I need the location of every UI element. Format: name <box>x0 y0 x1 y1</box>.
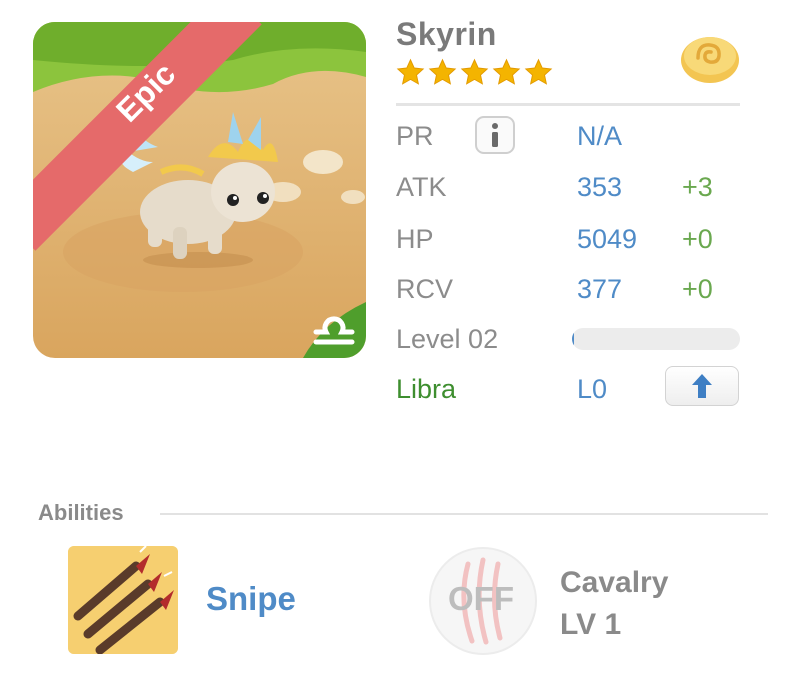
level-progress-bar <box>572 328 740 350</box>
secondary-ability-state[interactable]: OFF <box>448 580 514 618</box>
pet-portrait[interactable]: Epic <box>33 22 366 358</box>
star-icon <box>428 58 457 85</box>
level-label: Level 02 <box>396 324 499 354</box>
secondary-ability-name: Cavalry <box>560 566 669 599</box>
abilities-heading: Abilities <box>38 500 124 525</box>
star-icon <box>460 58 489 85</box>
rcv-value: 377 <box>577 274 623 304</box>
pet-name: Skyrin <box>396 16 497 52</box>
rcv-label: RCV <box>396 274 454 304</box>
atk-value: 353 <box>577 172 623 202</box>
info-button[interactable] <box>475 116 515 154</box>
info-icon <box>492 123 498 147</box>
primary-ability-name[interactable]: Snipe <box>206 580 296 618</box>
atk-bonus: +3 <box>682 172 713 202</box>
lineage-level: L0 <box>577 374 608 404</box>
hp-bonus: +0 <box>682 224 713 254</box>
hp-label: HP <box>396 224 434 254</box>
zodiac-label: Libra <box>396 374 457 404</box>
secondary-ability-level: LV 1 <box>560 608 622 641</box>
rcv-bonus: +0 <box>682 274 713 304</box>
star-icon <box>492 58 521 85</box>
libra-icon <box>312 308 356 348</box>
abilities-divider <box>160 513 768 515</box>
star-icon <box>524 58 553 85</box>
hp-value: 5049 <box>577 224 638 254</box>
header-divider <box>396 103 740 106</box>
atk-label: ATK <box>396 172 447 202</box>
level-progress-fill <box>572 328 574 350</box>
star-rating <box>396 58 553 87</box>
golden-bun-icon[interactable] <box>678 30 742 91</box>
arrow-up-icon <box>692 374 712 398</box>
star-icon <box>396 58 425 85</box>
pr-value: N/A <box>577 121 623 151</box>
triple-arrow-icon[interactable] <box>68 546 178 654</box>
pr-label: PR <box>396 121 434 151</box>
upgrade-button[interactable] <box>665 366 739 406</box>
